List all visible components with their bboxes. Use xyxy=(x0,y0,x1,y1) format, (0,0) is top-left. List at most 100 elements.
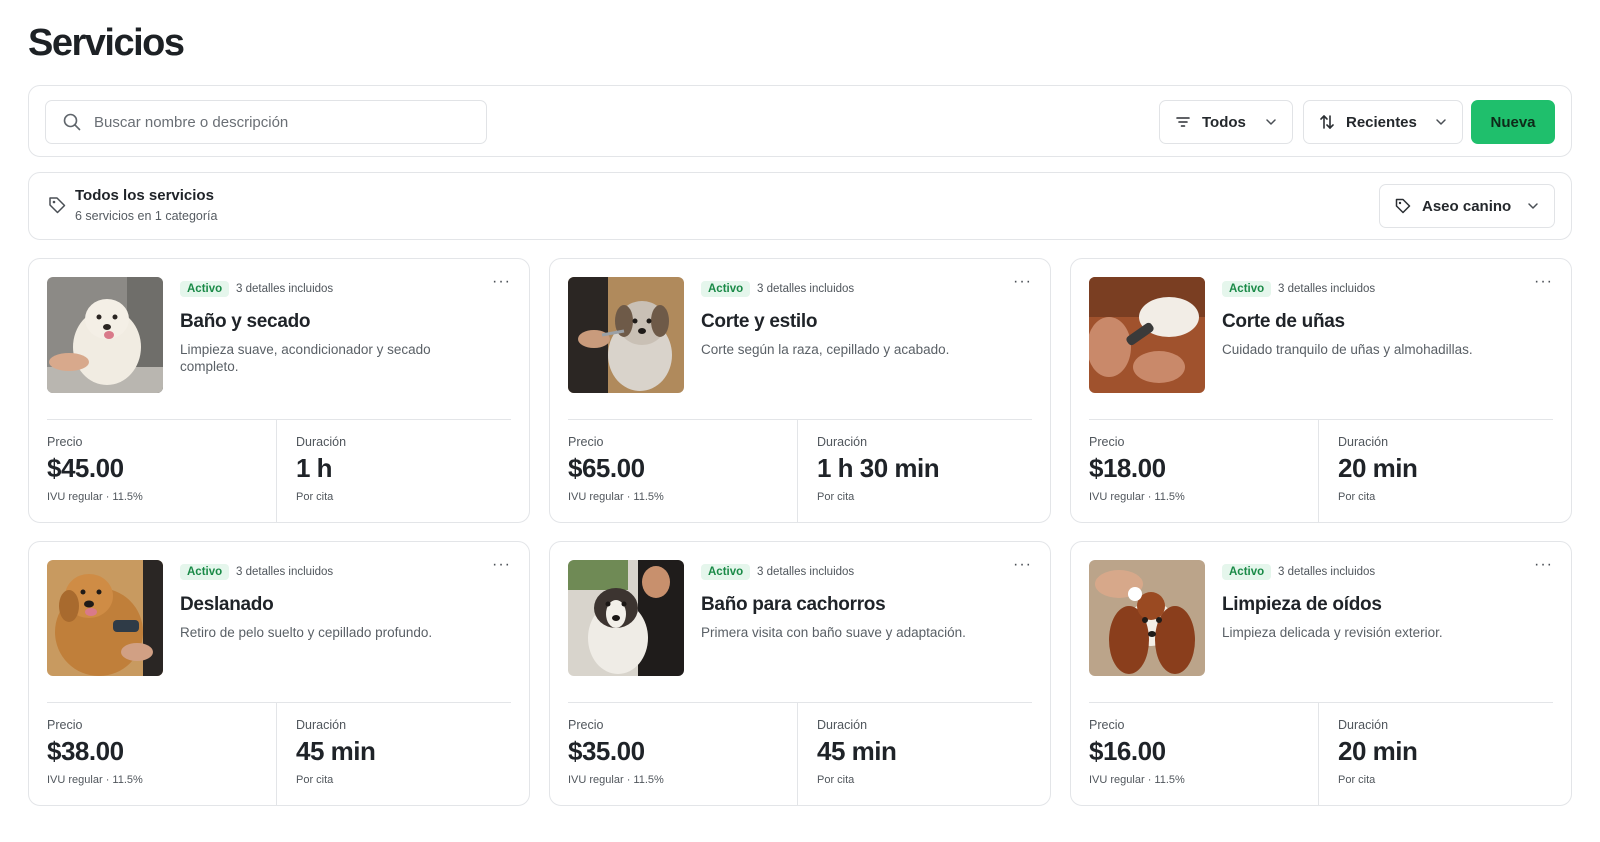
tax-note: IVU regular · 11.5% xyxy=(568,491,664,503)
service-card[interactable]: Activo 3 detalles incluidos ··· Limpieza… xyxy=(1070,541,1572,806)
divider xyxy=(1318,419,1319,522)
divider xyxy=(797,702,798,805)
more-options-icon[interactable]: ··· xyxy=(1534,273,1553,291)
price-label: Precio xyxy=(568,435,604,449)
services-grid: Activo 3 detalles incluidos ··· Baño y s… xyxy=(28,258,1572,806)
service-description: Primera visita con baño suave y adaptaci… xyxy=(701,625,966,640)
toolbar: Todos Recientes Nueva xyxy=(28,85,1572,157)
page-title: Servicios xyxy=(28,22,185,64)
service-image-golden-retriever-brush xyxy=(47,560,163,676)
service-description: Limpieza delicada y revisión exterior. xyxy=(1222,625,1443,640)
per-note: Por cita xyxy=(296,491,334,503)
service-description: Retiro de pelo suelto y cepillado profun… xyxy=(180,625,433,640)
service-card[interactable]: Activo 3 detalles incluidos ··· Baño par… xyxy=(549,541,1051,806)
tax-note: IVU regular · 11.5% xyxy=(1089,774,1185,786)
divider xyxy=(276,702,277,805)
details-count: 3 detalles incluidos xyxy=(1278,566,1376,578)
duration-value: 45 min xyxy=(817,736,897,766)
tax-note: IVU regular · 11.5% xyxy=(47,491,143,503)
divider xyxy=(568,702,1032,703)
duration-label: Duración xyxy=(296,435,347,449)
sort-icon xyxy=(1318,113,1336,131)
chevron-down-icon xyxy=(1264,115,1278,129)
search-box[interactable] xyxy=(45,100,487,144)
service-card[interactable]: Activo 3 detalles incluidos ··· Deslanad… xyxy=(28,541,530,806)
details-count: 3 detalles incluidos xyxy=(757,566,855,578)
divider xyxy=(276,419,277,522)
more-options-icon[interactable]: ··· xyxy=(492,556,511,574)
tag-icon xyxy=(47,195,67,215)
duration-label: Duración xyxy=(817,718,868,732)
price-label: Precio xyxy=(47,718,83,732)
price-label: Precio xyxy=(568,718,604,732)
duration-label: Duración xyxy=(817,435,868,449)
duration-value: 20 min xyxy=(1338,736,1418,766)
search-icon xyxy=(62,112,82,132)
new-service-button[interactable]: Nueva xyxy=(1471,100,1555,144)
category-subtitle: 6 servicios en 1 categoría xyxy=(75,209,218,223)
divider xyxy=(1089,419,1553,420)
status-badge: Activo xyxy=(180,564,230,580)
service-name: Limpieza de oídos xyxy=(1222,594,1382,615)
service-image-spaniel-ear-cleaning xyxy=(1089,560,1205,676)
price-value: $35.00 xyxy=(568,736,645,766)
details-count: 3 detalles incluidos xyxy=(1278,283,1376,295)
more-options-icon[interactable]: ··· xyxy=(492,273,511,291)
service-description: Limpieza suave, acondicionador y secado … xyxy=(180,342,431,374)
tax-note: IVU regular · 11.5% xyxy=(47,774,143,786)
per-note: Por cita xyxy=(1338,491,1376,503)
service-description: Corte según la raza, cepillado y acabado… xyxy=(701,342,950,357)
duration-label: Duración xyxy=(1338,435,1389,449)
service-image-puppy-with-groomer xyxy=(568,560,684,676)
search-input[interactable] xyxy=(94,113,474,131)
more-options-icon[interactable]: ··· xyxy=(1013,273,1032,291)
chevron-down-icon xyxy=(1526,199,1540,213)
duration-label: Duración xyxy=(296,718,347,732)
duration-value: 1 h 30 min xyxy=(817,453,940,483)
divider xyxy=(47,702,511,703)
divider xyxy=(1089,702,1553,703)
per-note: Por cita xyxy=(1338,774,1376,786)
service-image-dog-paw-nail-clipper xyxy=(1089,277,1205,393)
sort-label: Recientes xyxy=(1346,113,1417,131)
duration-label: Duración xyxy=(1338,718,1389,732)
service-image-dog-haircut-scissors xyxy=(568,277,684,393)
divider xyxy=(797,419,798,522)
service-name: Corte y estilo xyxy=(701,311,818,332)
price-value: $65.00 xyxy=(568,453,645,483)
filter-icon xyxy=(1174,113,1192,131)
service-name: Corte de uñas xyxy=(1222,311,1345,332)
tag-icon xyxy=(1394,197,1412,215)
category-bar: Todos los servicios 6 servicios en 1 cat… xyxy=(28,172,1572,240)
more-options-icon[interactable]: ··· xyxy=(1534,556,1553,574)
per-note: Por cita xyxy=(817,774,855,786)
per-note: Por cita xyxy=(817,491,855,503)
price-value: $45.00 xyxy=(47,453,124,483)
details-count: 3 detalles incluidos xyxy=(236,566,334,578)
duration-value: 1 h xyxy=(296,453,333,483)
divider xyxy=(1318,702,1319,805)
service-card[interactable]: Activo 3 detalles incluidos ··· Corte y … xyxy=(549,258,1051,523)
price-value: $38.00 xyxy=(47,736,124,766)
more-options-icon[interactable]: ··· xyxy=(1013,556,1032,574)
details-count: 3 detalles incluidos xyxy=(236,283,334,295)
duration-value: 45 min xyxy=(296,736,376,766)
category-title: Todos los servicios xyxy=(75,187,214,204)
price-label: Precio xyxy=(47,435,83,449)
price-label: Precio xyxy=(1089,435,1125,449)
category-select-label: Aseo canino xyxy=(1422,197,1512,215)
service-name: Baño para cachorros xyxy=(701,594,886,615)
sort-select[interactable]: Recientes xyxy=(1303,100,1463,144)
divider xyxy=(47,419,511,420)
service-description: Cuidado tranquilo de uñas y almohadillas… xyxy=(1222,342,1473,357)
service-image-white-fluffy-dog-bath xyxy=(47,277,163,393)
status-badge: Activo xyxy=(1222,564,1272,580)
service-card[interactable]: Activo 3 detalles incluidos ··· Corte de… xyxy=(1070,258,1572,523)
filter-select[interactable]: Todos xyxy=(1159,100,1293,144)
status-badge: Activo xyxy=(701,564,751,580)
service-card[interactable]: Activo 3 detalles incluidos ··· Baño y s… xyxy=(28,258,530,523)
details-count: 3 detalles incluidos xyxy=(757,283,855,295)
chevron-down-icon xyxy=(1434,115,1448,129)
category-select[interactable]: Aseo canino xyxy=(1379,184,1555,228)
status-badge: Activo xyxy=(180,281,230,297)
